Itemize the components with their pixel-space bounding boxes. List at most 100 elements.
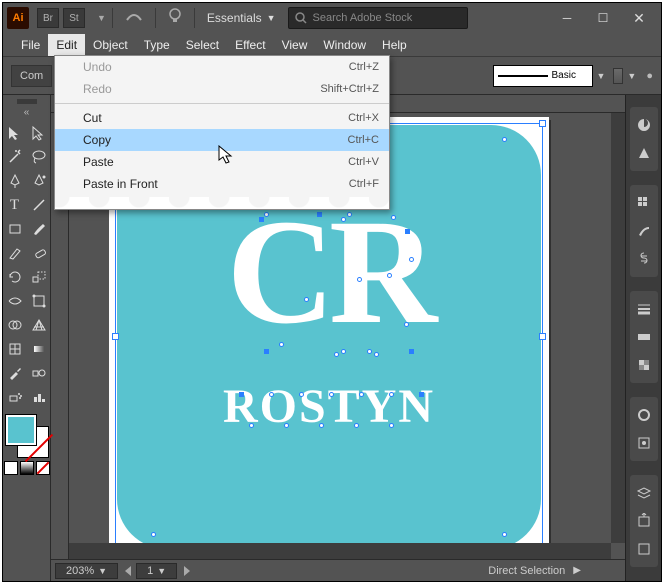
next-artboard-icon[interactable] xyxy=(184,566,190,576)
minimize-button[interactable]: ─ xyxy=(549,7,585,29)
stroke-panel-icon[interactable] xyxy=(632,297,656,321)
eraser-tool[interactable] xyxy=(28,242,50,264)
anchor-point[interactable] xyxy=(264,349,269,354)
swatches-panel-icon[interactable] xyxy=(632,191,656,215)
artboards-panel-icon[interactable] xyxy=(632,537,656,561)
selection-handle[interactable] xyxy=(539,120,546,127)
column-graph-tool[interactable] xyxy=(28,386,50,408)
fill-stroke-swatches[interactable] xyxy=(6,415,48,457)
asset-export-panel-icon[interactable] xyxy=(632,509,656,533)
shaper-tool[interactable] xyxy=(4,242,26,264)
prev-artboard-icon[interactable] xyxy=(125,566,131,576)
symbols-panel-icon[interactable] xyxy=(632,247,656,271)
color-panel-icon[interactable] xyxy=(632,113,656,137)
layers-panel-icon[interactable] xyxy=(632,481,656,505)
anchor-point[interactable] xyxy=(404,322,409,327)
graphic-styles-panel-icon[interactable] xyxy=(632,431,656,455)
menu-window[interactable]: Window xyxy=(315,34,374,56)
menu-item-paste-in-front[interactable]: Paste in FrontCtrl+F xyxy=(55,173,389,195)
blend-tool[interactable] xyxy=(28,362,50,384)
menu-edit[interactable]: Edit xyxy=(48,34,85,56)
free-transform-tool[interactable] xyxy=(28,290,50,312)
artboard-number[interactable]: 1▼ xyxy=(136,563,177,579)
anchor-point[interactable] xyxy=(151,532,156,537)
anchor-point[interactable] xyxy=(357,277,362,282)
menu-file[interactable]: File xyxy=(13,34,48,56)
appearance-panel-icon[interactable] xyxy=(632,403,656,427)
stroke-profile-dropdown[interactable]: Basic xyxy=(493,65,593,87)
line-tool[interactable] xyxy=(28,194,50,216)
anchor-point[interactable] xyxy=(347,212,352,217)
anchor-point[interactable] xyxy=(299,392,304,397)
gradient-tool[interactable] xyxy=(28,338,50,360)
anchor-point[interactable] xyxy=(279,342,284,347)
anchor-point[interactable] xyxy=(334,352,339,357)
menu-view[interactable]: View xyxy=(274,34,316,56)
anchor-point[interactable] xyxy=(367,349,372,354)
toolbox-grip-icon[interactable] xyxy=(17,99,37,104)
anchor-point[interactable] xyxy=(502,532,507,537)
eyedropper-tool[interactable] xyxy=(4,362,26,384)
anchor-point[interactable] xyxy=(329,392,334,397)
shape-builder-tool[interactable] xyxy=(4,314,26,336)
scale-tool[interactable] xyxy=(28,266,50,288)
anchor-point[interactable] xyxy=(405,229,410,234)
selection-handle[interactable] xyxy=(112,333,119,340)
anchor-point[interactable] xyxy=(341,349,346,354)
anchor-point[interactable] xyxy=(374,352,379,357)
maximize-button[interactable]: ☐ xyxy=(585,7,621,29)
chevron-down-icon[interactable]: ▼ xyxy=(97,13,106,23)
brushes-panel-icon[interactable] xyxy=(632,219,656,243)
menu-item-cut[interactable]: CutCtrl+X xyxy=(55,107,389,129)
anchor-point[interactable] xyxy=(354,423,359,428)
anchor-point[interactable] xyxy=(269,392,274,397)
menu-effect[interactable]: Effect xyxy=(227,34,273,56)
zoom-level[interactable]: 203%▼ xyxy=(55,563,118,579)
menu-select[interactable]: Select xyxy=(178,34,227,56)
anchor-point[interactable] xyxy=(264,212,269,217)
menu-type[interactable]: Type xyxy=(136,34,178,56)
anchor-point[interactable] xyxy=(284,423,289,428)
anchor-point[interactable] xyxy=(239,392,244,397)
direct-selection-tool[interactable] xyxy=(28,122,50,144)
pen-tool[interactable] xyxy=(4,170,26,192)
anchor-point[interactable] xyxy=(341,217,346,222)
lasso-tool[interactable] xyxy=(28,146,50,168)
scrollbar-horizontal[interactable] xyxy=(69,543,611,559)
anchor-point[interactable] xyxy=(502,137,507,142)
mesh-tool[interactable] xyxy=(4,338,26,360)
anchor-point[interactable] xyxy=(391,215,396,220)
anchor-point[interactable] xyxy=(249,423,254,428)
curvature-tool[interactable] xyxy=(28,170,50,192)
symbol-sprayer-tool[interactable] xyxy=(4,386,26,408)
bridge-icon[interactable]: Br xyxy=(37,8,59,28)
anchor-point[interactable] xyxy=(317,212,322,217)
type-tool[interactable]: T xyxy=(4,194,26,216)
color-mode-gradient[interactable] xyxy=(20,461,34,475)
width-tool[interactable] xyxy=(4,290,26,312)
opacity-icon[interactable]: ● xyxy=(646,70,653,82)
tips-bulb-icon[interactable] xyxy=(168,7,182,30)
paintbrush-tool[interactable] xyxy=(28,218,50,240)
workspace-switcher[interactable]: Essentials ▼ xyxy=(207,11,276,25)
color-guide-panel-icon[interactable] xyxy=(632,141,656,165)
anchor-point[interactable] xyxy=(259,217,264,222)
close-button[interactable]: ✕ xyxy=(621,7,657,29)
brush-defs-icon[interactable] xyxy=(613,68,623,84)
scrollbar-vertical[interactable] xyxy=(611,113,625,543)
chevron-down-icon[interactable]: ▼ xyxy=(627,71,636,81)
selection-handle[interactable] xyxy=(539,333,546,340)
fill-swatch[interactable] xyxy=(6,415,36,445)
gradient-panel-icon[interactable] xyxy=(632,325,656,349)
anchor-point[interactable] xyxy=(389,392,394,397)
anchor-point[interactable] xyxy=(319,423,324,428)
color-mode-solid[interactable] xyxy=(4,461,18,475)
anchor-point[interactable] xyxy=(389,423,394,428)
status-menu-icon[interactable]: ▶ xyxy=(573,565,581,576)
toolbox-collapse-icon[interactable]: « xyxy=(24,107,30,118)
rotate-tool[interactable] xyxy=(4,266,26,288)
chevron-down-icon[interactable]: ▼ xyxy=(597,71,606,81)
anchor-point[interactable] xyxy=(409,349,414,354)
anchor-point[interactable] xyxy=(409,257,414,262)
stock-icon[interactable]: St xyxy=(63,8,85,28)
